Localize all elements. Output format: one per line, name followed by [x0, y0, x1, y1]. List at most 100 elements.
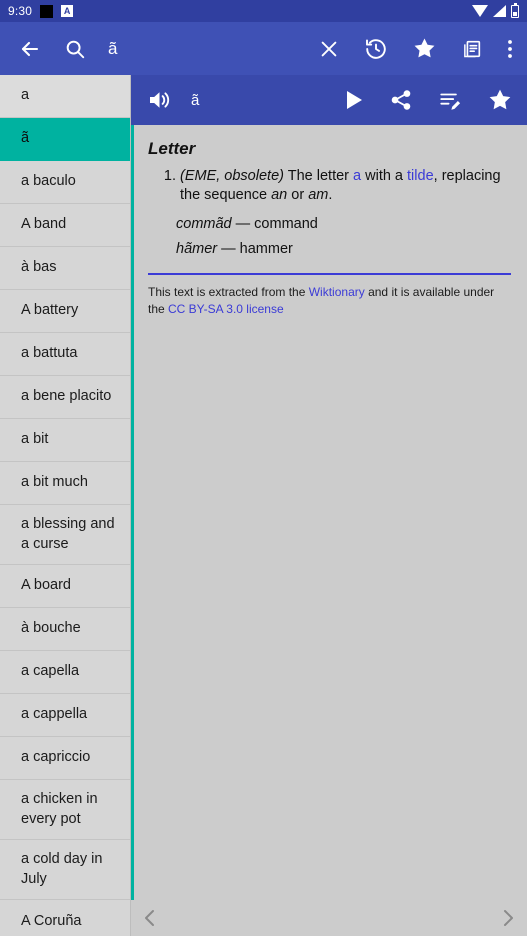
list-item[interactable]: a battuta: [0, 333, 130, 376]
word-label: à bouche: [21, 620, 81, 637]
list-item[interactable]: a: [0, 75, 130, 118]
signal-icon: [493, 5, 506, 17]
divider: [148, 273, 511, 276]
bottom-navigation: [131, 900, 527, 936]
list-item[interactable]: à bas: [0, 247, 130, 290]
word-label: a baculo: [21, 173, 76, 190]
list-item[interactable]: a cold day in July: [0, 840, 130, 901]
list-item[interactable]: A board: [0, 565, 130, 609]
status-bar-left: 9:30 A: [8, 4, 74, 18]
play-icon[interactable]: [344, 89, 364, 111]
list-item[interactable]: A battery: [0, 290, 130, 333]
dictionary-app: 9:30 A ã a ã a baculo A band à bas A bat…: [0, 0, 527, 936]
word-label: A band: [21, 216, 67, 233]
example-gloss: hammer: [239, 241, 293, 258]
license-link[interactable]: CC BY-SA 3.0 license: [168, 302, 284, 316]
sense-text-or: or: [287, 187, 309, 204]
word-label: ã: [21, 130, 30, 147]
list-item[interactable]: a capriccio: [0, 737, 130, 781]
list-item[interactable]: a capella: [0, 651, 130, 695]
search-query-text[interactable]: ã: [108, 40, 117, 57]
speaker-icon[interactable]: [147, 88, 173, 112]
share-icon[interactable]: [390, 89, 412, 111]
list-item[interactable]: a bene placito: [0, 376, 130, 419]
current-word-label: ã: [191, 91, 200, 109]
list-item[interactable]: a bit much: [0, 462, 130, 505]
example-term: hãmer: [176, 241, 218, 258]
article-scroll-area[interactable]: Letter (EME, obsolete) The letter a with…: [131, 125, 527, 900]
list-item-selected[interactable]: ã: [0, 118, 130, 161]
word-label: à bas: [21, 259, 57, 276]
close-icon[interactable]: [318, 38, 340, 60]
example-gloss: command: [254, 215, 318, 232]
sense-text-1: The letter: [283, 168, 354, 184]
example-item: hãmer — hammer: [176, 240, 511, 259]
word-label: a blessing and a curse: [21, 516, 115, 552]
list-item[interactable]: A Coruña: [0, 900, 130, 936]
word-label: a capriccio: [21, 749, 91, 766]
list-item[interactable]: a baculo: [0, 161, 130, 204]
word-label: a chicken in every pot: [21, 791, 98, 827]
example-list: commãd — command hãmer — hammer: [148, 215, 511, 260]
app-bar-actions: [318, 36, 513, 61]
attribution-text: This text is extracted from the Wiktiona…: [148, 284, 511, 318]
example-term: commãd: [176, 215, 232, 232]
wifi-icon: [472, 5, 488, 17]
example-dash: —: [235, 215, 251, 232]
status-time: 9:30: [8, 4, 33, 18]
link-a[interactable]: a: [353, 168, 361, 184]
word-toolbar-left: ã: [147, 88, 199, 112]
word-label: a battuta: [21, 345, 78, 362]
list-item[interactable]: à bouche: [0, 608, 130, 652]
sense-item: (EME, obsolete) The letter a with a tild…: [180, 167, 511, 206]
word-label: a cappella: [21, 706, 88, 723]
word-label: a: [21, 87, 30, 104]
history-icon[interactable]: [364, 37, 388, 61]
part-of-speech-heading: Letter: [148, 139, 196, 158]
word-toolbar-actions: [344, 87, 513, 113]
status-bar: 9:30 A: [0, 0, 527, 22]
list-item[interactable]: A band: [0, 204, 130, 247]
battery-icon: [511, 2, 519, 18]
word-label: a capella: [21, 663, 80, 680]
word-label: A Coruña: [21, 912, 82, 929]
sense-text-2: with a: [361, 168, 408, 184]
chevron-left-icon[interactable]: [142, 908, 157, 928]
status-bar-right: [472, 2, 519, 18]
sense-italic-an: an: [271, 187, 288, 204]
overflow-menu-icon[interactable]: [507, 38, 513, 60]
word-list-sidebar[interactable]: a ã a baculo A band à bas A battery a ba…: [0, 75, 131, 936]
word-label: a bit: [21, 431, 49, 448]
app-bar: ã: [0, 22, 527, 75]
sense-italic-am: am: [308, 187, 329, 204]
sense-list: (EME, obsolete) The letter a with a tild…: [148, 167, 511, 206]
word-label: a cold day in July: [21, 851, 103, 887]
attribution-prefix: This text is extracted from the: [148, 285, 309, 300]
sense-text-end: .: [328, 187, 333, 204]
list-item[interactable]: a bit: [0, 419, 130, 462]
word-label: A board: [21, 577, 71, 594]
list-item[interactable]: a cappella: [0, 694, 130, 738]
article-body: Letter (EME, obsolete) The letter a with…: [134, 125, 527, 328]
word-label: a bit much: [21, 474, 88, 491]
letter-badge-icon: A: [61, 5, 74, 17]
body-split: a ã a baculo A band à bas A battery a ba…: [0, 75, 527, 936]
edit-list-icon[interactable]: [438, 89, 461, 111]
search-icon[interactable]: [64, 38, 86, 60]
definition-pane: ã Letter 1. (EME, obsolete) The letter a…: [131, 75, 527, 936]
word-toolbar: ã: [131, 75, 527, 125]
grammar-label: (EME, obsolete): [180, 168, 284, 184]
black-square-icon: [40, 4, 54, 18]
wiktionary-link[interactable]: Wiktionary: [309, 285, 365, 299]
word-label: A battery: [21, 302, 79, 319]
example-dash: —: [221, 241, 236, 258]
app-bar-left: ã: [18, 37, 117, 61]
back-arrow-icon[interactable]: [18, 37, 42, 61]
star-icon[interactable]: [412, 36, 437, 61]
list-item[interactable]: a chicken in every pot: [0, 780, 130, 841]
star-icon[interactable]: [487, 87, 513, 113]
link-tilde[interactable]: tilde: [407, 168, 434, 184]
article-icon[interactable]: [461, 38, 483, 60]
chevron-right-icon[interactable]: [501, 908, 516, 928]
list-item[interactable]: a blessing and a curse: [0, 505, 130, 566]
